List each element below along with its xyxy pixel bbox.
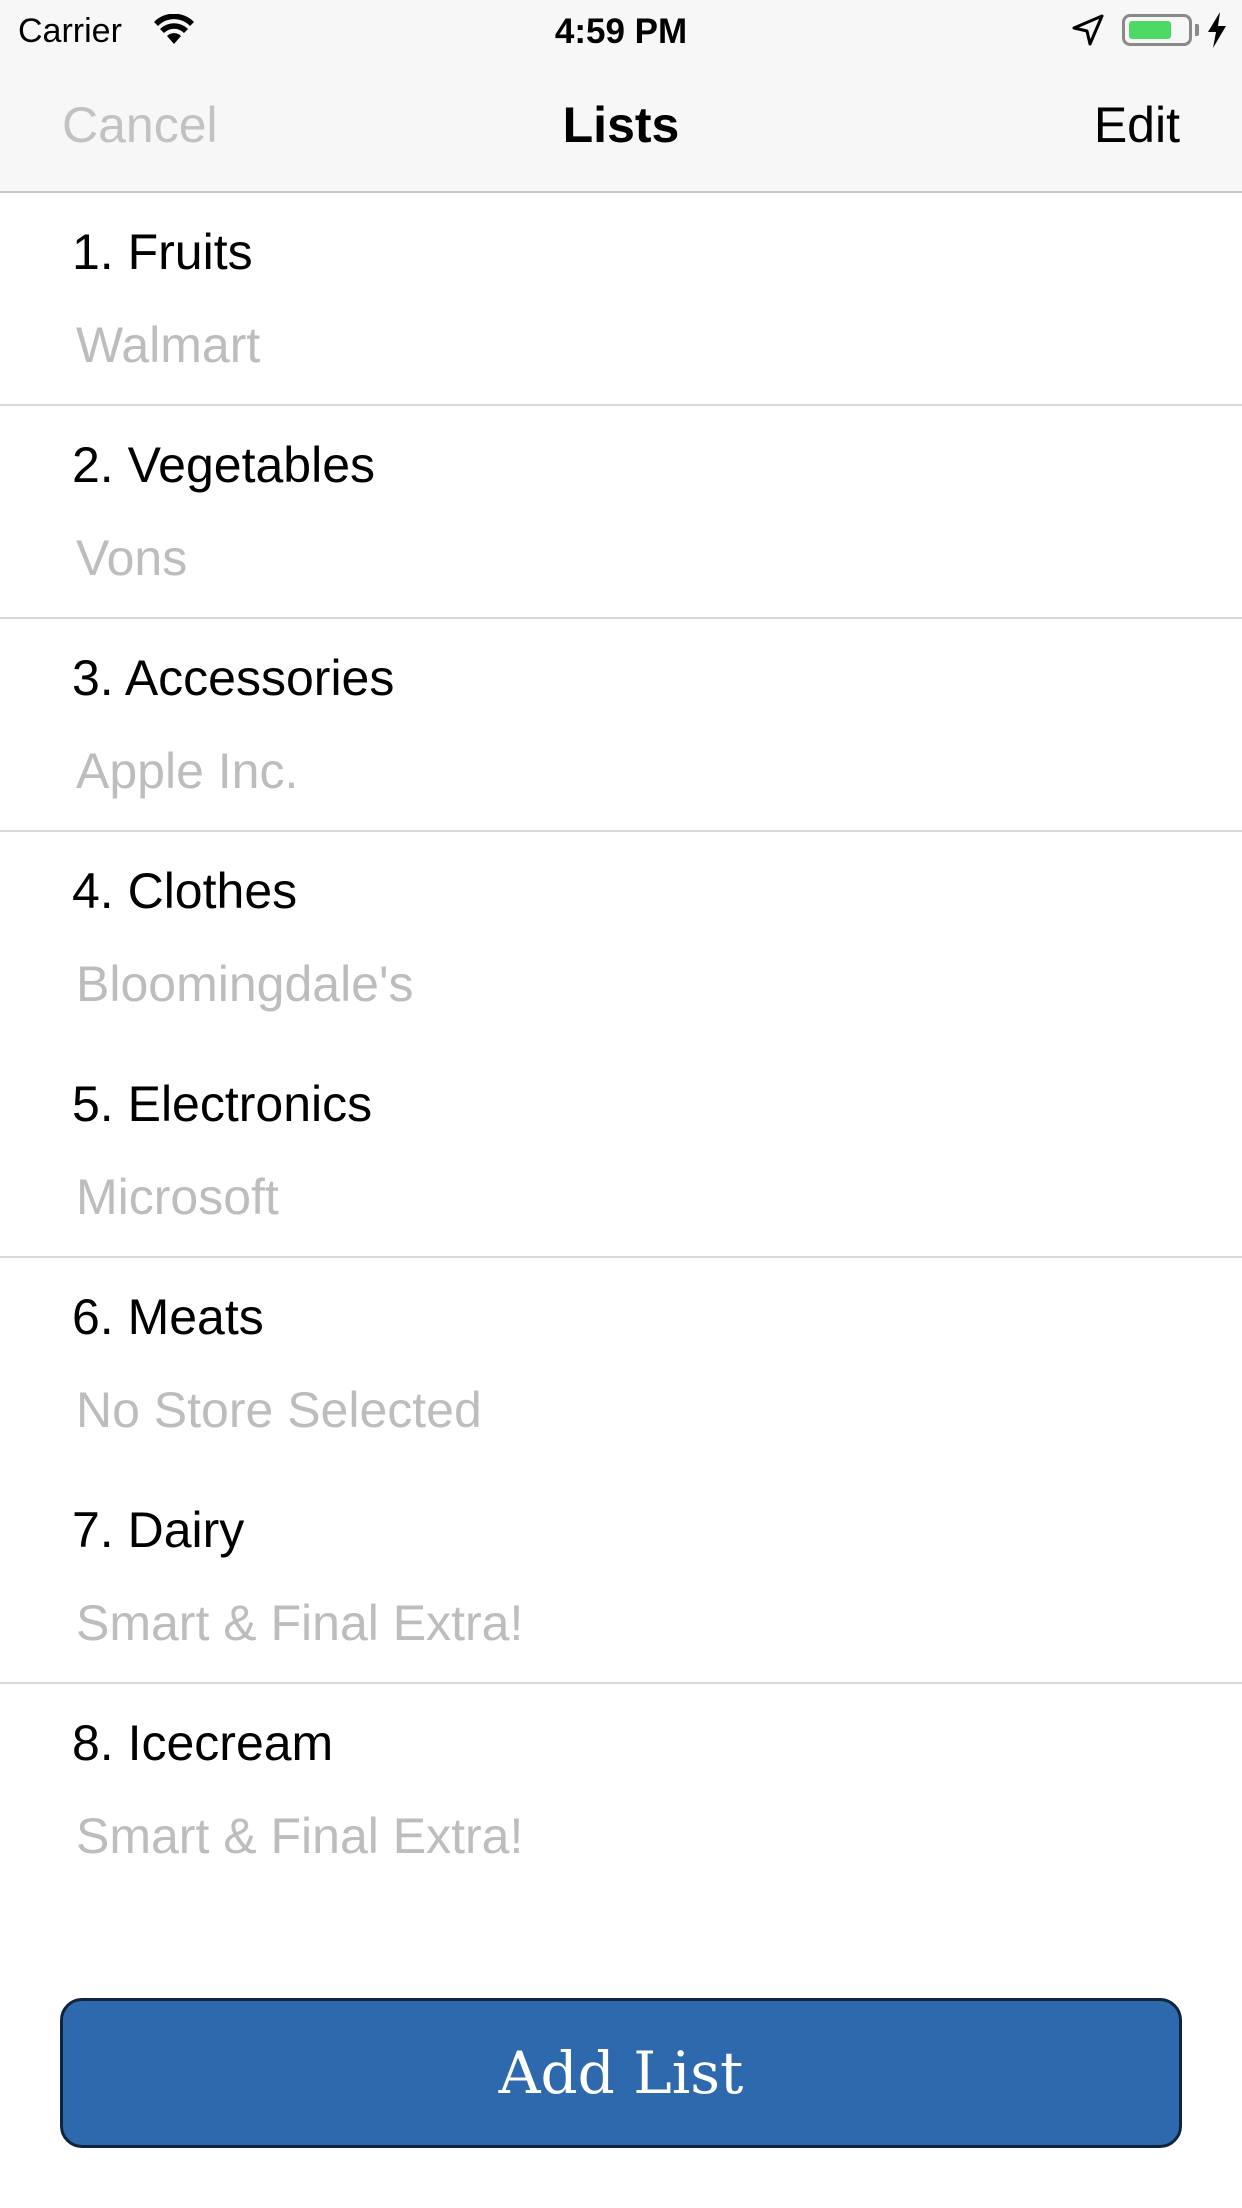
list-item[interactable]: 5. Electronics Microsoft [0, 1045, 1242, 1258]
list-store: Walmart [76, 317, 261, 373]
list-name: 8. Icecream [72, 1715, 334, 1771]
navigation-bar: Cancel Lists Edit [0, 60, 1242, 193]
list-item[interactable]: 3. Accessories Apple Inc. [0, 619, 1242, 832]
cancel-button[interactable]: Cancel [62, 96, 218, 154]
list-store: Smart & Final Extra! [76, 1595, 524, 1651]
list-name: 2. Vegetables [72, 437, 376, 493]
status-bar: Carrier 4:59 PM [0, 0, 1242, 60]
list-name: 4. Clothes [72, 863, 298, 919]
battery-level [1129, 21, 1171, 39]
list-item[interactable]: 1. Fruits Walmart [0, 193, 1242, 406]
list-name: 6. Meats [72, 1289, 264, 1345]
edit-button[interactable]: Edit [1094, 96, 1180, 154]
list-store: Bloomingdale's [76, 956, 414, 1012]
list-name: 1. Fruits [72, 224, 253, 280]
battery-tip [1195, 24, 1199, 36]
status-time: 4:59 PM [554, 12, 688, 51]
list-name: 3. Accessories [72, 650, 395, 706]
list-name: 7. Dairy [72, 1502, 245, 1558]
location-arrow-icon [1072, 14, 1104, 46]
list-store: Apple Inc. [76, 743, 299, 799]
charging-bolt-icon [1208, 12, 1226, 48]
list-item[interactable]: 6. Meats No Store Selected [0, 1258, 1242, 1471]
list-store: Microsoft [76, 1169, 279, 1225]
list-name: 5. Electronics [72, 1076, 373, 1132]
add-list-button[interactable]: Add List [60, 1998, 1182, 2148]
list-item[interactable]: 7. Dairy Smart & Final Extra! [0, 1471, 1242, 1684]
battery-icon [1122, 14, 1192, 46]
list-store: Smart & Final Extra! [76, 1808, 524, 1864]
list-item[interactable]: 4. Clothes Bloomingdale's [0, 832, 1242, 1045]
list-item[interactable]: 8. Icecream Smart & Final Extra! [0, 1684, 1242, 1897]
list-store: No Store Selected [76, 1382, 482, 1438]
list-item[interactable]: 2. Vegetables Vons [0, 406, 1242, 619]
list-store: Vons [76, 530, 188, 586]
lists-table: 1. Fruits Walmart 2. Vegetables Vons 3. Acce… [0, 193, 1242, 1897]
